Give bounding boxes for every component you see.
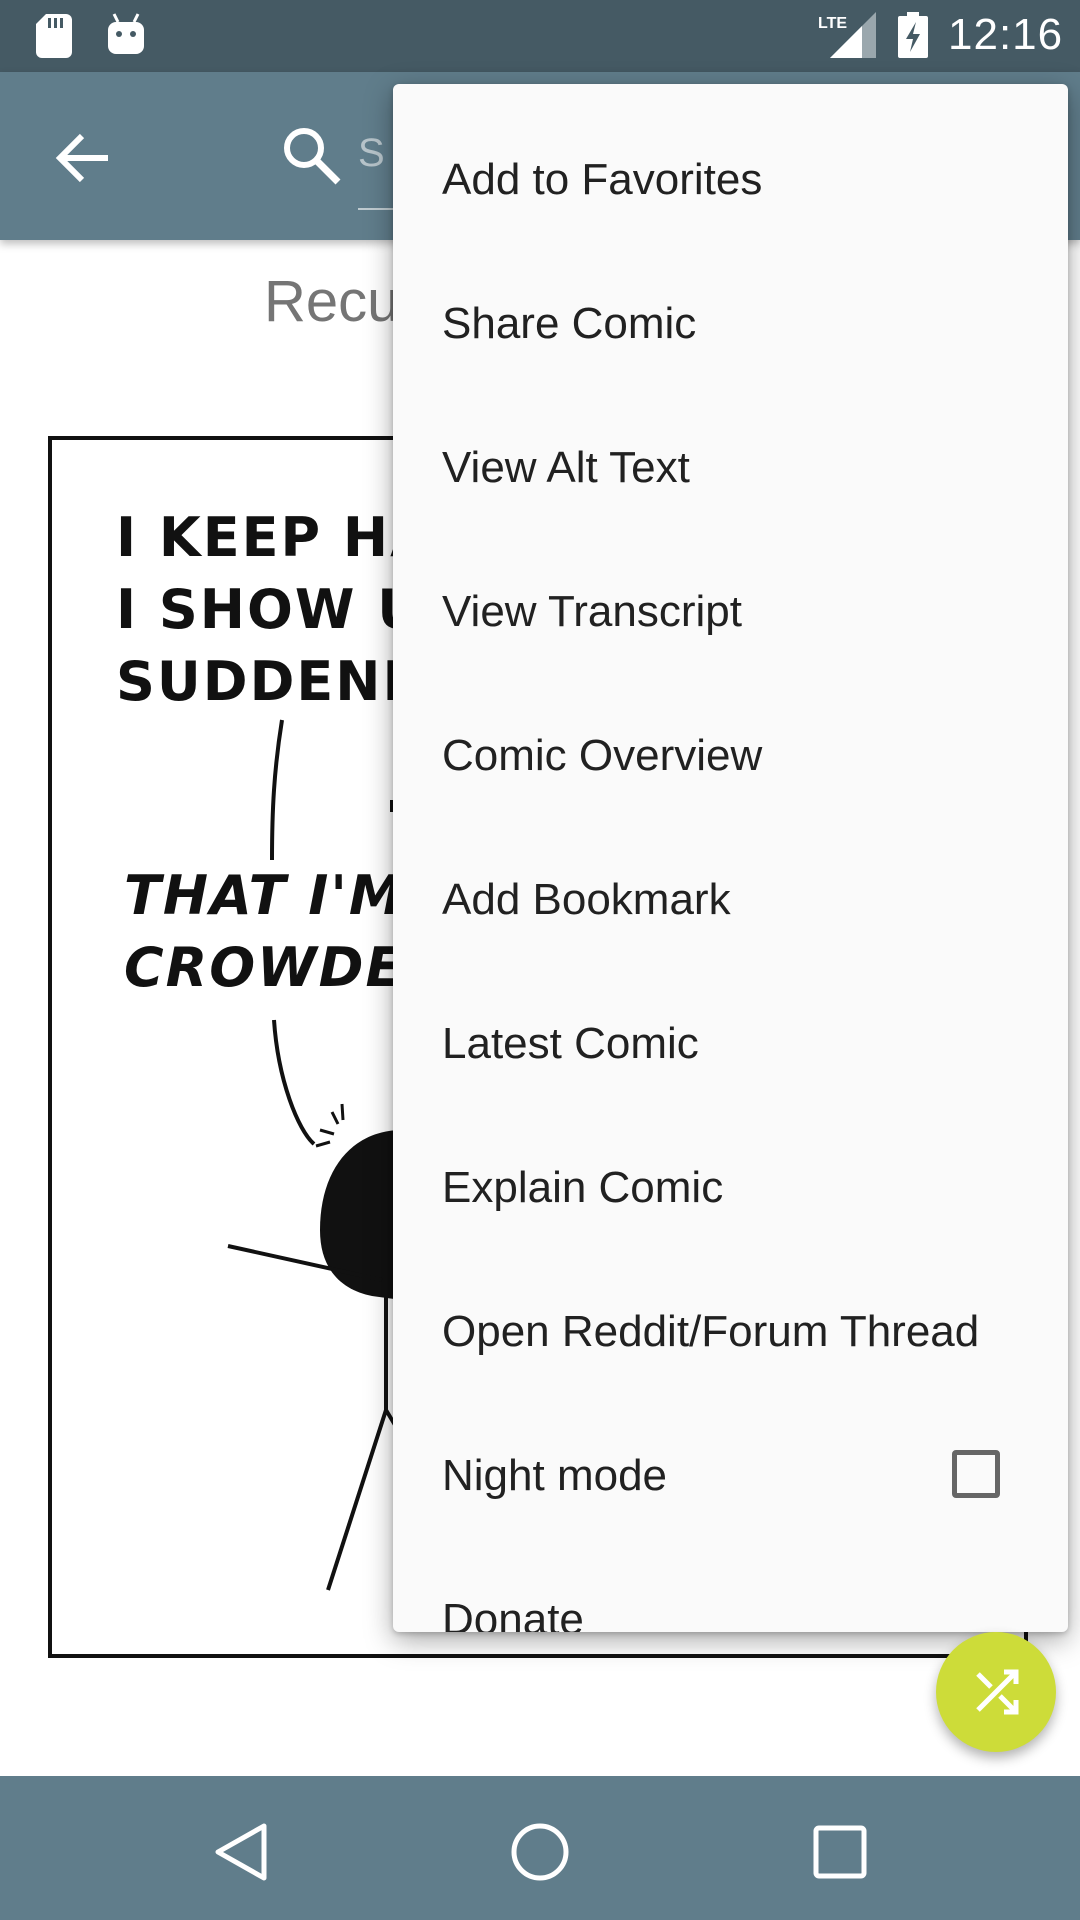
nav-back-icon[interactable]	[206, 1816, 278, 1888]
nav-recents-icon[interactable]	[804, 1816, 876, 1888]
menu-item-share-comic[interactable]: Share Comic	[393, 252, 1068, 396]
shuffle-icon	[976, 1669, 1019, 1715]
menu-item-label: View Alt Text	[442, 443, 690, 492]
night-mode-checkbox[interactable]	[952, 1450, 1000, 1498]
menu-item-night-mode[interactable]: Night mode	[393, 1404, 1068, 1548]
menu-item-latest-comic[interactable]: Latest Comic	[393, 972, 1068, 1116]
menu-item-view-alt-text[interactable]: View Alt Text	[393, 396, 1068, 540]
menu-item-label: Latest Comic	[442, 1019, 699, 1068]
menu-item-label: Share Comic	[442, 299, 697, 348]
overflow-menu: Add to Favorites Share Comic View Alt Te…	[393, 84, 1068, 1632]
menu-item-comic-overview[interactable]: Comic Overview	[393, 684, 1068, 828]
menu-item-view-transcript[interactable]: View Transcript	[393, 540, 1068, 684]
shuffle-fab-button[interactable]	[936, 1632, 1056, 1752]
search-icon[interactable]	[280, 124, 344, 188]
menu-item-label: Explain Comic	[442, 1163, 724, 1212]
menu-item-open-reddit-forum-thread[interactable]: Open Reddit/Forum Thread	[393, 1260, 1068, 1404]
arrow-back-icon[interactable]	[48, 122, 120, 194]
lte-signal-icon: LTE	[818, 12, 876, 58]
sd-card-icon	[36, 14, 72, 58]
clock: 12:16	[948, 10, 1064, 59]
system-nav-bar	[0, 1776, 1080, 1920]
menu-item-label: Add to Favorites	[442, 155, 763, 204]
android-icon	[108, 13, 144, 54]
battery-charging-icon	[898, 12, 928, 58]
menu-item-add-to-favorites[interactable]: Add to Favorites	[393, 108, 1068, 252]
menu-item-label: Donate	[442, 1595, 584, 1632]
menu-item-label: Comic Overview	[442, 731, 763, 780]
svg-text:LTE: LTE	[818, 15, 847, 32]
status-bar: LTE 12:16	[0, 0, 1080, 72]
menu-item-label: Open Reddit/Forum Thread	[442, 1307, 980, 1356]
menu-item-donate[interactable]: Donate	[393, 1548, 1068, 1632]
menu-item-label: View Transcript	[442, 587, 742, 636]
menu-item-label: Night mode	[442, 1451, 668, 1500]
menu-item-add-bookmark[interactable]: Add Bookmark	[393, 828, 1068, 972]
comic-title: Recu	[264, 269, 400, 334]
menu-item-label: Add Bookmark	[442, 875, 731, 924]
nav-home-icon[interactable]	[504, 1816, 576, 1888]
menu-item-explain-comic[interactable]: Explain Comic	[393, 1116, 1068, 1260]
